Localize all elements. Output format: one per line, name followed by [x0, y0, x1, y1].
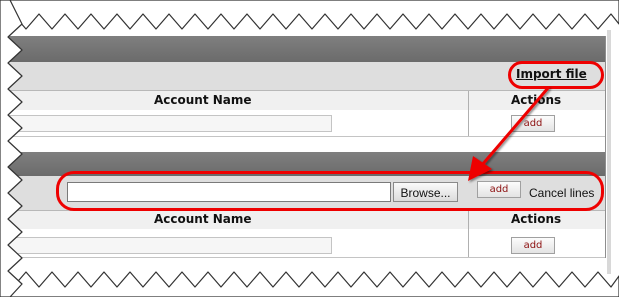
- torn-edge-top: [0, 0, 619, 30]
- torn-edge-left: [0, 0, 23, 297]
- annotation-arrow: [0, 0, 619, 297]
- screenshot-paper: Import file Account Name Actions add Bro…: [0, 0, 619, 297]
- torn-edge-bottom: [0, 271, 619, 297]
